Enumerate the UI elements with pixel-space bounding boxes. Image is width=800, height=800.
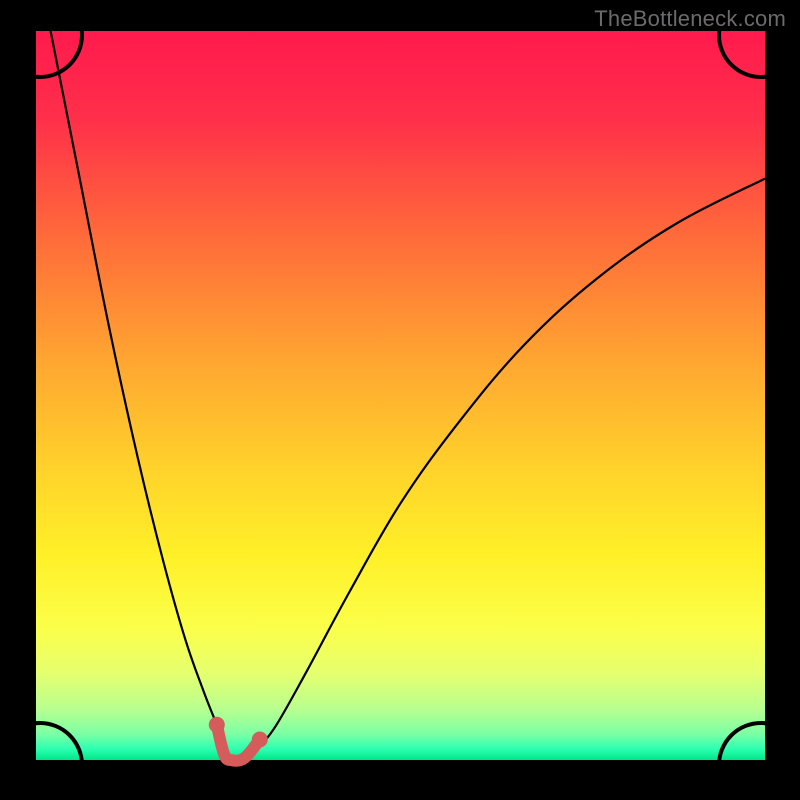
watermark-text: TheBottleneck.com <box>594 6 786 32</box>
plot-area <box>36 31 765 769</box>
bottleneck-curve <box>36 31 765 769</box>
frame: TheBottleneck.com <box>0 0 800 800</box>
